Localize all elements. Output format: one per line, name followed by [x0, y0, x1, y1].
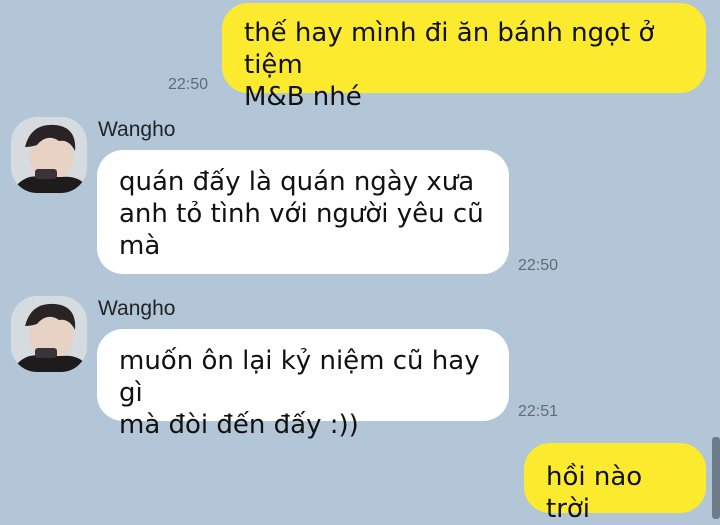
message-timestamp: 22:51 [518, 403, 559, 420]
received-message-bubble[interactable]: quán đấy là quán ngày xưa anh tỏ tình vớ… [97, 150, 509, 274]
sender-name: Wangho [98, 297, 176, 320]
sent-message-bubble[interactable]: hồi nào trời [524, 443, 706, 524]
sender-avatar[interactable] [11, 117, 87, 193]
scrollbar[interactable] [712, 437, 720, 519]
message-timestamp: 22:50 [168, 76, 209, 93]
sender-avatar[interactable] [11, 296, 87, 372]
message-timestamp: 22:50 [518, 257, 559, 274]
received-message-bubble[interactable]: muốn ôn lại kỷ niệm cũ hay gì mà đòi đến… [97, 329, 509, 440]
avatar-photo-icon [11, 117, 87, 193]
avatar-photo-icon [11, 296, 87, 372]
sent-message-bubble[interactable]: thế hay mình đi ăn bánh ngọt ở tiệm M&B … [222, 3, 706, 112]
sender-name: Wangho [98, 118, 176, 141]
